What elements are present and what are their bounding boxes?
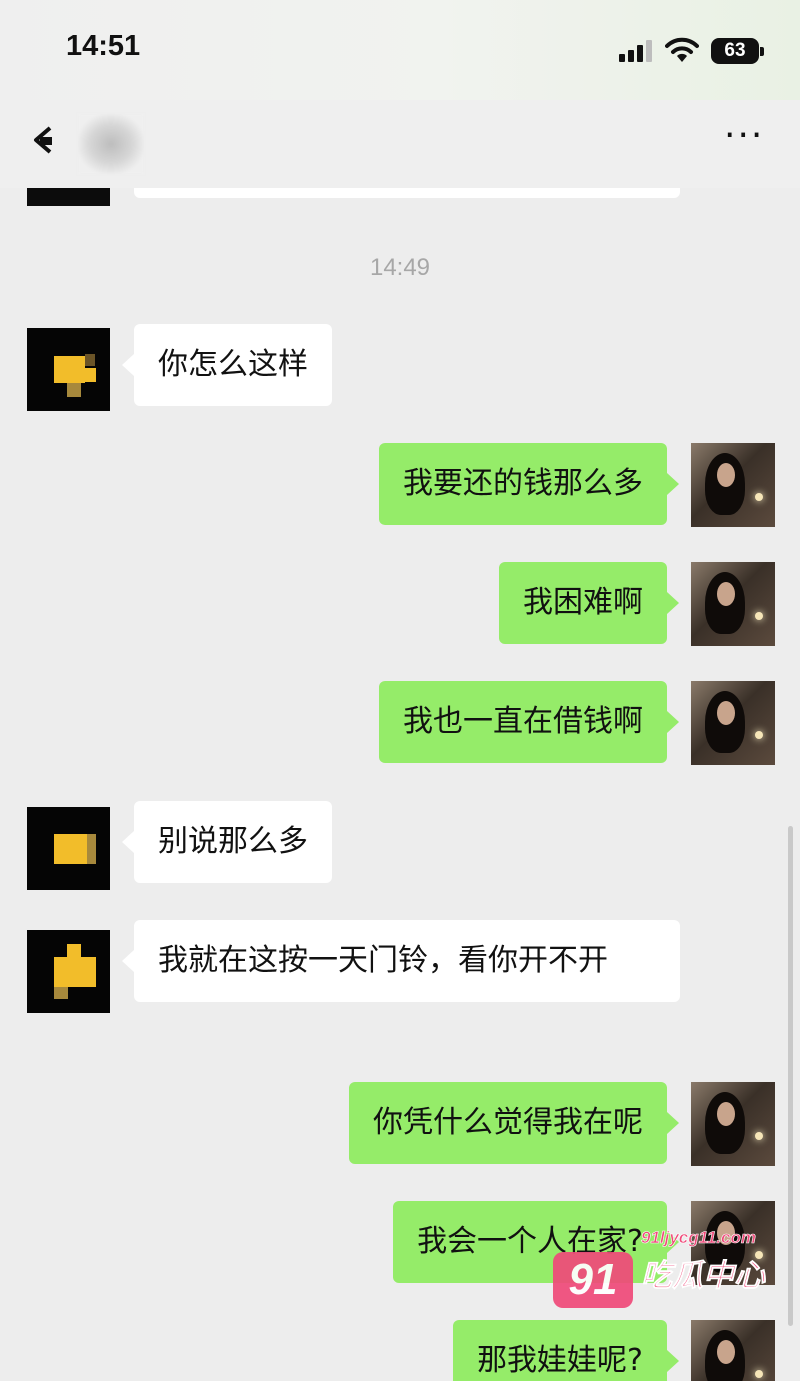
my-avatar[interactable]	[691, 1320, 775, 1381]
message-bubble-outgoing[interactable]: 那我娃娃呢?	[453, 1320, 679, 1381]
scrollbar[interactable]	[788, 826, 793, 1326]
message-bubble-outgoing[interactable]: 我也一直在借钱啊	[379, 681, 679, 763]
message-bubble-partial	[134, 188, 680, 198]
message-bubble-incoming[interactable]: 我就在这按一天门铃，看你开不开	[122, 920, 680, 1002]
back-button[interactable]	[28, 120, 68, 160]
message-bubble-outgoing[interactable]: 我要还的钱那么多	[379, 443, 679, 525]
battery-icon: 63	[711, 38, 764, 64]
my-avatar[interactable]	[691, 562, 775, 646]
message-bubble-outgoing[interactable]: 我困难啊	[499, 562, 679, 644]
my-avatar[interactable]	[691, 681, 775, 765]
status-time: 14:51	[66, 30, 141, 62]
my-avatar[interactable]	[691, 1082, 775, 1166]
message-timestamp: 14:49	[369, 254, 431, 281]
message-bubble-incoming[interactable]: 别说那么多	[122, 801, 332, 883]
contact-avatar[interactable]	[27, 807, 110, 890]
watermark-url: 91ljycg11.com	[641, 1228, 757, 1248]
more-options-button[interactable]: ···	[724, 118, 764, 154]
wifi-icon	[665, 37, 699, 62]
chat-header: ···	[0, 100, 800, 188]
contact-avatar[interactable]	[27, 328, 110, 411]
contact-name	[78, 114, 144, 174]
watermark-logo: 91	[553, 1252, 633, 1308]
my-avatar[interactable]	[691, 443, 775, 527]
watermark-name: 吃瓜中心	[641, 1258, 766, 1295]
cellular-signal-icon	[619, 40, 657, 62]
contact-avatar[interactable]	[27, 930, 110, 1013]
message-bubble-outgoing[interactable]: 你凭什么觉得我在呢	[349, 1082, 679, 1164]
status-bar: 14:51 63	[0, 0, 800, 100]
avatar[interactable]	[27, 188, 110, 206]
message-bubble-incoming[interactable]: 你怎么这样	[122, 324, 332, 406]
